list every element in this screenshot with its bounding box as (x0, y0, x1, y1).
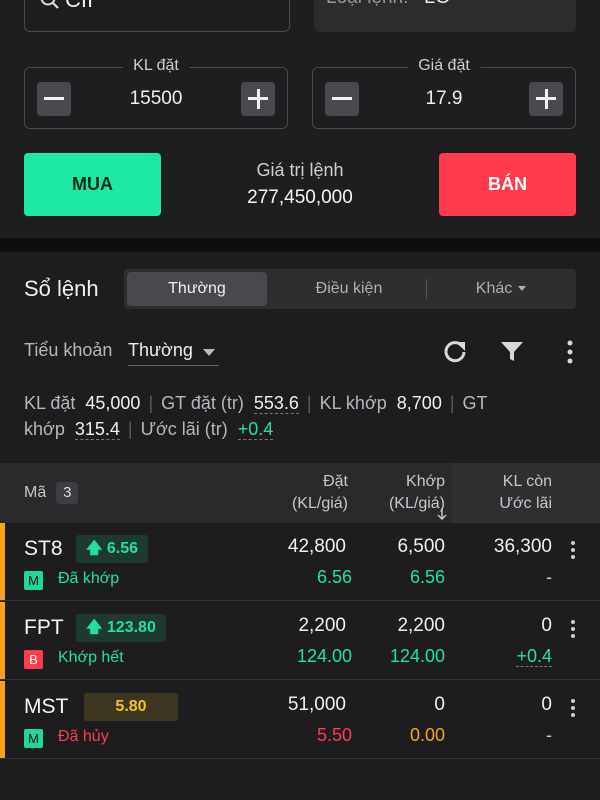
dat-qty: 42,800 (287, 536, 346, 557)
arrow-up-icon: 🡅 (86, 540, 103, 557)
subaccount-select[interactable]: Thường (128, 340, 219, 366)
khop-qty: 2,200 (397, 615, 445, 636)
gt-dat-value: 553.6 (253, 393, 299, 414)
more-vertical-icon[interactable] (569, 620, 577, 641)
col-ma-label: Mã (24, 484, 47, 501)
order-book-panel: Sổ lệnh Thường Điều kiện Khác Tiểu khoản… (0, 252, 600, 800)
order-type-select[interactable]: Loại lệnh: LO (314, 0, 576, 32)
tab-conditional[interactable]: Điều kiện (274, 269, 424, 309)
row-symbol: ST8 (24, 537, 63, 560)
symbol-search-input[interactable]: CII (24, 0, 290, 32)
subaccount-label: Tiểu khoản (24, 340, 113, 360)
uoc-lai-label: Ước lãi (tr) (140, 419, 228, 439)
tab-divider (426, 279, 427, 299)
quantity-stepper: KL đặt 15500 (24, 57, 288, 129)
price-plus-button[interactable] (529, 82, 563, 116)
row-accent-bar (0, 602, 5, 679)
price-badge: 🡅 6.56 (76, 535, 149, 563)
kl-khop-value: 8,700 (396, 393, 442, 413)
order-type-value: LO (424, 0, 451, 9)
order-entry-panel: CII Loại lệnh: LO KL đặt 15500 Giá đặt 1… (0, 0, 600, 238)
khop-price: 6.56 (409, 567, 445, 587)
khop-qty: 6,500 (397, 536, 445, 557)
order-value-label: Giá trị lệnh (256, 160, 344, 180)
more-vertical-icon[interactable] (566, 340, 574, 369)
refresh-icon[interactable] (442, 338, 468, 369)
row-accent-bar (0, 523, 5, 600)
dat-price: 5.50 (316, 725, 352, 745)
order-book-title: Sổ lệnh (24, 276, 99, 301)
dat-price: 124.00 (296, 646, 352, 666)
order-status: Đã hủy (58, 728, 109, 745)
price-badge: 5.80 (84, 693, 178, 721)
col-dat[interactable]: Đặt (KL/giá) (250, 471, 348, 515)
khop-price: 0.00 (409, 725, 445, 745)
kl-khop-label: KL khớp (319, 393, 387, 413)
estimated-pnl: - (546, 725, 552, 745)
search-icon (39, 0, 61, 17)
row-accent-bar (0, 681, 5, 758)
col-khop[interactable]: Khớp (KL/giá) (352, 471, 445, 515)
kl-dat-value: 45,000 (85, 393, 141, 413)
khop-price: 124.00 (389, 646, 445, 666)
estimated-pnl: +0.4 (516, 646, 552, 667)
dat-qty: 2,200 (298, 615, 346, 636)
gt-khop-label-2: khớp (24, 419, 65, 439)
row-symbol: MST (24, 695, 69, 718)
more-vertical-icon[interactable] (569, 541, 577, 562)
remaining-qty: 0 (541, 694, 552, 715)
order-value: 277,450,000 (247, 187, 353, 208)
order-table-header: Mã 3 Đặt (KL/giá) Khớp (KL/giá) KL còn Ước l… (0, 463, 600, 523)
order-status: Đã khớp (58, 570, 120, 587)
order-stats: KL đặt 45,000 | GT đặt (tr) 553.6 | KL khớp … (24, 393, 488, 440)
caret-down-icon (518, 286, 527, 292)
gt-khop-label-1: GT (462, 393, 488, 413)
order-type-label: Loại lệnh: (326, 0, 408, 9)
section-divider (0, 238, 600, 252)
tab-other[interactable]: Khác (428, 269, 574, 309)
side-badge: M (24, 729, 43, 748)
buy-button[interactable]: MUA (24, 153, 161, 216)
remaining-qty: 36,300 (493, 536, 552, 557)
order-book-tabs: Thường Điều kiện Khác (124, 269, 576, 309)
kl-dat-label: KL đặt (24, 393, 76, 413)
col-ma[interactable]: Mã 3 (24, 482, 79, 504)
table-row[interactable]: MST 5.80 M Đã hủy 51,000 5.50 0 0.00 0 - (0, 681, 600, 759)
quantity-plus-button[interactable] (241, 82, 275, 116)
side-badge: B (24, 650, 43, 669)
price-badge: 🡅 123.80 (76, 614, 166, 642)
table-row[interactable]: ST8 🡅 6.56 M Đã khớp 42,800 6.56 6,500 6… (0, 523, 600, 601)
gt-dat-label: GT đặt (tr) (161, 393, 244, 413)
tab-other-label: Khác (475, 280, 513, 297)
price-label: Giá đặt (408, 57, 480, 75)
table-row[interactable]: FPT 🡅 123.80 B Khớp hết 2,200 124.00 2,2… (0, 602, 600, 680)
tab-normal[interactable]: Thường (127, 272, 267, 306)
quantity-label: KL đặt (123, 57, 189, 75)
symbol-value: CII (65, 0, 93, 13)
khop-qty: 0 (434, 694, 445, 715)
estimated-pnl: - (546, 567, 552, 587)
price-stepper: Giá đặt 17.9 (312, 57, 576, 129)
caret-down-icon (202, 349, 215, 356)
filter-icon[interactable] (499, 338, 525, 369)
remaining-qty: 0 (541, 615, 552, 636)
dat-price: 6.56 (316, 567, 352, 587)
side-badge: M (24, 571, 43, 590)
row-symbol: FPT (24, 616, 64, 639)
order-status: Khớp hết (58, 649, 124, 666)
gt-khop-value: 315.4 (74, 419, 120, 440)
more-vertical-icon[interactable] (569, 699, 577, 720)
subaccount-value: Thường (128, 340, 193, 360)
order-count-badge: 3 (56, 482, 79, 504)
col-kl-con[interactable]: KL còn Ước lãi (452, 471, 552, 515)
dat-qty: 51,000 (287, 694, 346, 715)
uoc-lai-value: +0.4 (237, 419, 274, 440)
arrow-up-icon: 🡅 (86, 619, 103, 636)
sell-button[interactable]: BÁN (439, 153, 576, 216)
